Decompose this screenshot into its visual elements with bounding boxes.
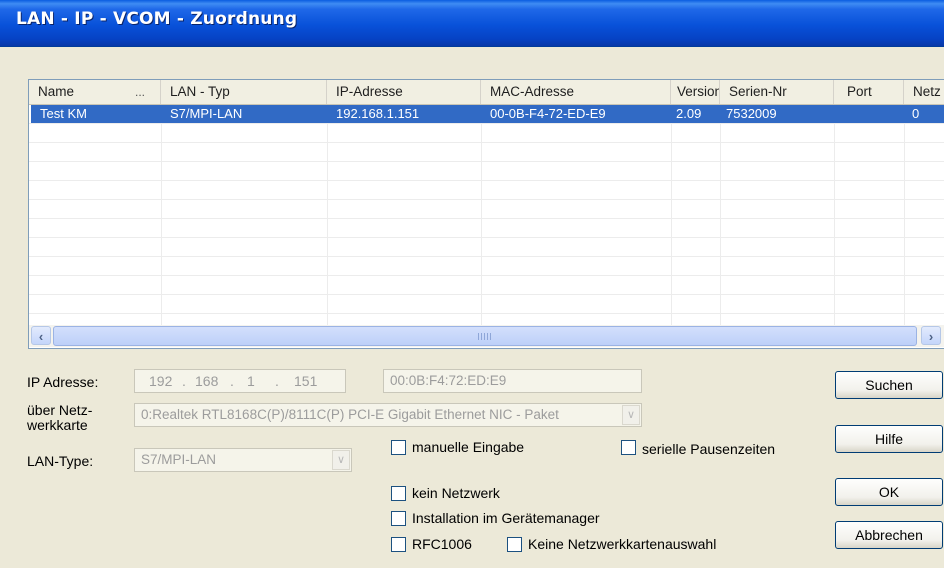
mac-address-field[interactable]: 00:0B:F4:72:ED:E9 xyxy=(383,369,642,393)
lan-type-value: S7/MPI-LAN xyxy=(141,452,217,467)
no-adapter-selection-checkbox[interactable] xyxy=(507,537,522,552)
cell-netz: 0 xyxy=(912,106,920,121)
column-header-serien-nr[interactable]: Serien-Nr xyxy=(720,80,834,104)
row-divider xyxy=(29,161,944,162)
no-network-label: kein Netzwerk xyxy=(412,485,500,501)
no-adapter-selection-label: Keine Netzwerkkartenauswahl xyxy=(528,536,717,552)
column-header-ip-adresse[interactable]: IP-Adresse xyxy=(327,80,481,104)
row-divider xyxy=(29,218,944,219)
device-manager-install-checkbox[interactable] xyxy=(391,511,406,526)
column-divider xyxy=(327,105,328,325)
manual-input-checkbox[interactable] xyxy=(391,440,406,455)
table-row[interactable]: Test KM S7/MPI-LAN 192.168.1.151 00-0B-F… xyxy=(31,105,944,123)
list-header: Name ... LAN - Typ IP-Adresse MAC-Adress… xyxy=(29,80,944,105)
column-divider xyxy=(671,105,672,325)
rfc1006-checkbox[interactable] xyxy=(391,537,406,552)
ip-dot: . xyxy=(230,373,234,389)
row-divider xyxy=(29,180,944,181)
ip-octet-2: 168 xyxy=(195,373,219,389)
column-header-mac-adresse[interactable]: MAC-Adresse xyxy=(481,80,671,104)
serial-pause-label: serielle Pausenzeiten xyxy=(642,441,776,457)
row-divider xyxy=(29,142,944,143)
row-divider xyxy=(29,256,944,257)
row-divider xyxy=(29,237,944,238)
list-body: Test KM S7/MPI-LAN 192.168.1.151 00-0B-F… xyxy=(29,105,944,325)
device-list[interactable]: Name ... LAN - Typ IP-Adresse MAC-Adress… xyxy=(28,79,944,349)
row-divider xyxy=(29,313,944,314)
chevron-down-icon[interactable]: ∨ xyxy=(332,450,350,470)
column-header-name[interactable]: Name ... xyxy=(29,80,161,104)
network-adapter-value: 0:Realtek RTL8168C(P)/8111C(P) PCI-E Gig… xyxy=(141,407,559,422)
ip-address-label: IP Adresse: xyxy=(27,374,99,390)
cell-lan-typ: S7/MPI-LAN xyxy=(170,106,243,121)
cell-port xyxy=(834,105,904,123)
ip-address-field[interactable]: 192 . 168 . 1 . 151 xyxy=(134,369,346,393)
no-network-checkbox[interactable] xyxy=(391,486,406,501)
cell-version: 2.09 xyxy=(676,106,702,121)
device-manager-install-label: Installation im Gerätemanager xyxy=(412,510,600,526)
row-divider xyxy=(29,123,944,124)
grip-icon xyxy=(478,333,492,340)
ip-octet-4: 151 xyxy=(294,373,318,389)
column-divider xyxy=(834,105,835,325)
cell-mac-adresse: 00-0B-F4-72-ED-E9 xyxy=(490,106,606,121)
column-divider xyxy=(720,105,721,325)
scroll-left-arrow-icon[interactable]: ‹ xyxy=(31,326,51,345)
column-header-lan-typ[interactable]: LAN - Typ xyxy=(161,80,327,104)
lan-type-label: LAN-Type: xyxy=(27,453,94,469)
help-button[interactable]: Hilfe xyxy=(835,425,943,453)
dialog-window: LAN - IP - VCOM - Zuordnung Name ... LAN… xyxy=(0,0,944,568)
row-divider xyxy=(29,275,944,276)
cancel-button[interactable]: Abbrechen xyxy=(835,521,943,549)
column-header-dots: ... xyxy=(135,85,146,99)
ip-octet-1: 192 xyxy=(149,373,173,389)
serial-pause-checkbox[interactable] xyxy=(621,440,636,455)
cell-serien-nr: 7532009 xyxy=(726,106,777,121)
scroll-right-arrow-icon[interactable]: › xyxy=(921,326,941,345)
network-adapter-select[interactable]: 0:Realtek RTL8168C(P)/8111C(P) PCI-E Gig… xyxy=(134,403,642,427)
ip-dot: . xyxy=(182,373,186,389)
row-divider xyxy=(29,199,944,200)
cell-name: Test KM xyxy=(40,106,87,121)
window-title: LAN - IP - VCOM - Zuordnung xyxy=(16,9,298,29)
row-divider xyxy=(29,294,944,295)
rfc1006-label: RFC1006 xyxy=(412,536,472,552)
manual-input-label: manuelle Eingabe xyxy=(412,439,525,455)
scrollbar-thumb[interactable] xyxy=(53,326,917,346)
title-bar[interactable]: LAN - IP - VCOM - Zuordnung xyxy=(0,0,944,47)
column-divider xyxy=(481,105,482,325)
ip-dot: . xyxy=(275,373,279,389)
search-button[interactable]: Suchen xyxy=(835,371,943,399)
cell-ip-adresse: 192.168.1.151 xyxy=(336,106,420,121)
column-header-netz[interactable]: Netz xyxy=(904,80,944,104)
adapter-label: über Netz- werkkarte xyxy=(27,402,93,433)
column-header-version[interactable]: Version xyxy=(671,80,720,104)
column-divider xyxy=(161,105,162,325)
ip-octet-3: 1 xyxy=(247,373,255,389)
ok-button[interactable]: OK xyxy=(835,478,943,506)
column-divider xyxy=(904,105,905,325)
column-header-port[interactable]: Port xyxy=(834,80,904,104)
lan-type-select[interactable]: S7/MPI-LAN ∨ xyxy=(134,448,352,472)
horizontal-scrollbar[interactable]: ‹ › xyxy=(29,325,944,347)
chevron-down-icon[interactable]: ∨ xyxy=(622,405,640,425)
